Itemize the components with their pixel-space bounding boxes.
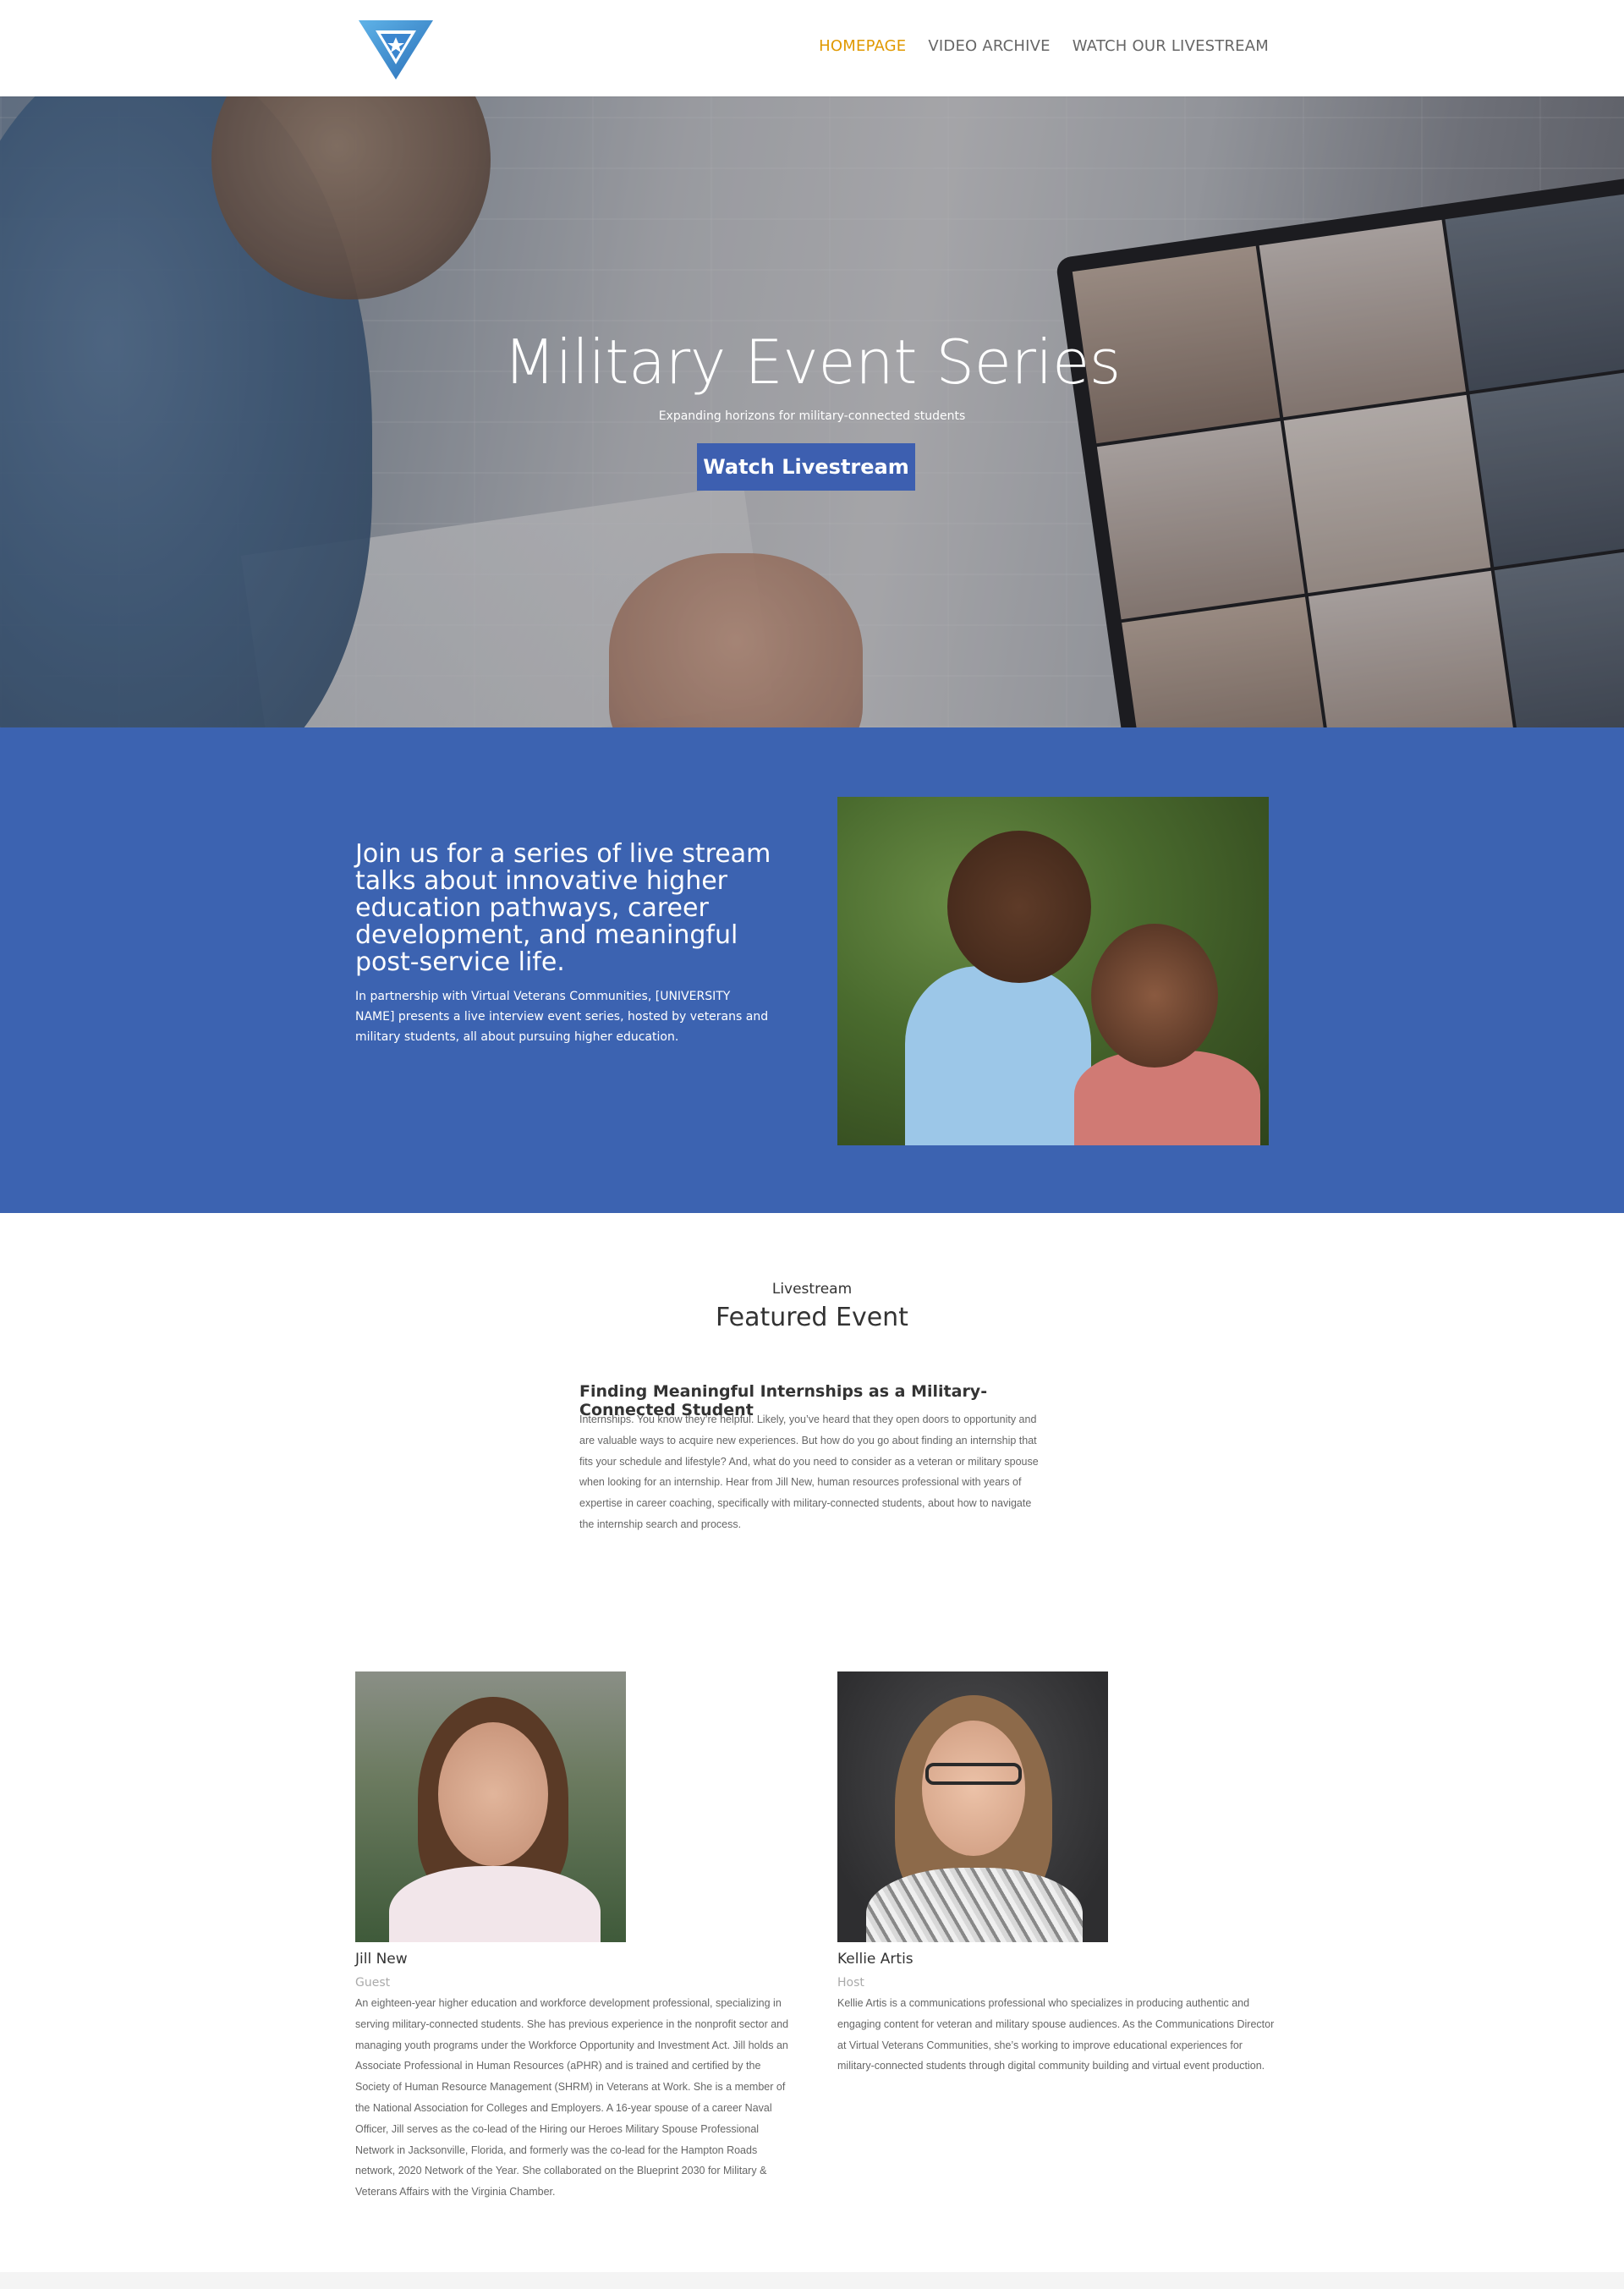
intro-paragraph: In partnership with Virtual Veterans Com…: [355, 990, 769, 1044]
hero-title: Military Event Series: [503, 327, 1121, 398]
hero-section: Military Event Series Expanding horizons…: [0, 96, 1624, 727]
watch-livestream-button[interactable]: Watch Livestream: [697, 443, 915, 491]
nav-watch-livestream[interactable]: WATCH OUR LIVESTREAM: [1073, 37, 1269, 55]
nav-video-archive[interactable]: VIDEO ARCHIVE: [928, 37, 1050, 55]
featured-title: Featured Event: [716, 1303, 908, 1332]
host-card: Kellie Artis Host Kellie Artis is a comm…: [837, 1671, 1277, 2077]
nav-homepage[interactable]: HOMEPAGE: [819, 37, 906, 55]
intro-section: Join us for a series of live stream talk…: [0, 727, 1624, 1213]
event-description: Internships. You know they’re helpful. L…: [579, 1413, 1039, 1530]
person-role: Host: [837, 1976, 864, 1990]
person-name: Jill New: [355, 1951, 408, 1968]
intro-heading: Join us for a series of live stream talk…: [355, 839, 771, 977]
family-photo: [837, 797, 1269, 1145]
person-role: Guest: [355, 1976, 391, 1990]
avatar: [837, 1671, 1108, 1942]
main-nav: HOMEPAGE VIDEO ARCHIVE WATCH OUR LIVESTR…: [819, 37, 1269, 55]
featured-kicker: Livestream: [771, 1281, 853, 1298]
guest-card: Jill New Guest An eighteen-year higher e…: [355, 1671, 795, 2203]
person-bio: An eighteen-year higher education and wo…: [355, 1997, 789, 2198]
hero-subtitle: Expanding horizons for military-connecte…: [658, 409, 966, 423]
site-header: HOMEPAGE VIDEO ARCHIVE WATCH OUR LIVESTR…: [0, 0, 1624, 96]
person-bio: Kellie Artis is a communications profess…: [837, 1997, 1275, 2072]
site-logo-icon[interactable]: [355, 15, 436, 81]
footer-strip: [0, 2272, 1624, 2289]
avatar: [355, 1671, 626, 1942]
person-name: Kellie Artis: [837, 1951, 914, 1968]
